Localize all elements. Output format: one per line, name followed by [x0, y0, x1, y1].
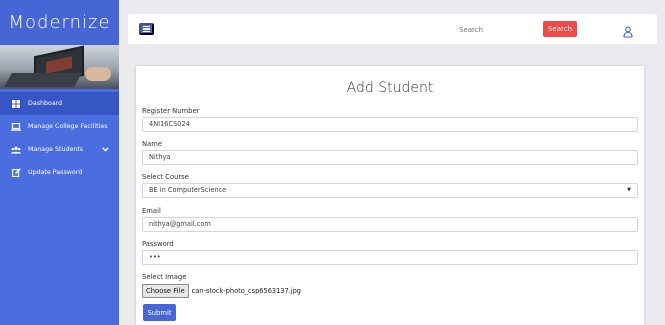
password-label: Password: [142, 240, 174, 248]
hamburger-icon: [143, 25, 150, 28]
add-student-card: Add Student Register Number 4NI16CS024 N…: [136, 66, 644, 325]
password-input[interactable]: •••: [142, 250, 638, 265]
sidebar-hero-image: [0, 45, 119, 89]
register-number-input[interactable]: 4NI16CS024: [142, 117, 638, 132]
name-label: Name: [142, 140, 163, 148]
sidebar-item-update-password[interactable]: Update Password: [0, 161, 119, 184]
page-title: Add Student: [346, 80, 434, 96]
course-select-value: BE in ComputerScience: [149, 186, 227, 194]
submit-button[interactable]: Submit: [143, 304, 176, 321]
sidebar-item-facilities[interactable]: Manage College Facilities: [0, 115, 119, 138]
sidebar-item-label: Dashboard: [28, 100, 63, 107]
search-button[interactable]: Search: [543, 21, 577, 37]
edit-icon: [11, 168, 21, 177]
laptop-icon: [11, 122, 21, 131]
email-input[interactable]: nithya@gmail.com: [142, 217, 638, 232]
name-input[interactable]: Nithya: [142, 150, 638, 165]
dashboard-icon: [11, 99, 21, 108]
top-navbar: Search: [128, 14, 657, 44]
course-select[interactable]: BE in ComputerScience ▼: [142, 183, 638, 198]
dropdown-arrow-icon: ▼: [627, 187, 631, 193]
search-input[interactable]: [459, 23, 534, 37]
course-label: Select Course: [142, 173, 189, 181]
sidebar-item-label: Manage College Facilities: [28, 123, 108, 130]
menu-toggle-button[interactable]: [139, 23, 154, 35]
sidebar-item-label: Update Password: [28, 169, 83, 176]
email-label: Email: [142, 207, 161, 215]
sidebar-item-students[interactable]: Manage Students: [0, 138, 119, 161]
brand-logo: Modernize: [0, 0, 119, 45]
register-number-label: Register Number: [142, 107, 200, 115]
sidebar: Modernize Dashboard Manage College Facil…: [0, 0, 119, 325]
choose-file-button[interactable]: Choose File: [142, 284, 189, 298]
image-label: Select Image: [142, 273, 187, 281]
sidebar-item-dashboard[interactable]: Dashboard: [0, 92, 119, 115]
sidebar-item-label: Manage Students: [28, 146, 84, 153]
selected-file-name: can-stock-photo_csp6563137.jpg: [191, 287, 301, 295]
users-icon: [11, 146, 21, 154]
file-upload: Choose File can-stock-photo_csp6563137.j…: [142, 284, 301, 298]
chevron-down-icon: [102, 146, 109, 154]
user-icon[interactable]: [623, 23, 633, 38]
